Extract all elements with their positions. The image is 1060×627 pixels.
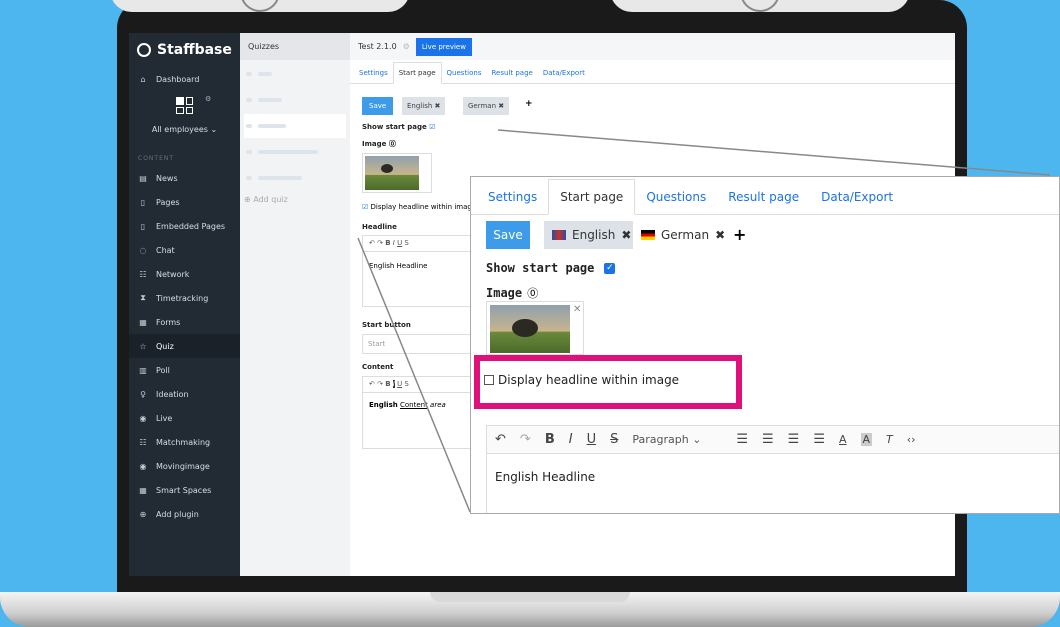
zoom-show-start-page: Show start page ✓ (486, 261, 616, 275)
align-right-icon[interactable]: ☰ (788, 432, 800, 447)
germany-flag-icon (641, 230, 655, 240)
close-icon[interactable]: ✖ (621, 228, 631, 242)
text-color-icon[interactable]: A (839, 433, 847, 446)
zoom-tab-result-page[interactable]: Result page (717, 180, 810, 214)
zoom-tab-start-page[interactable]: Start page (548, 179, 636, 215)
remove-image-icon[interactable]: ✕ (573, 304, 581, 315)
bg-color-icon[interactable]: A (860, 433, 873, 446)
zoom-save-button[interactable]: Save (486, 221, 530, 249)
clear-format-icon[interactable]: T (886, 433, 893, 446)
redo-icon[interactable]: ↷ (520, 432, 531, 447)
zoom-tab-data-export[interactable]: Data/Export (810, 180, 904, 214)
zoom-language-chip-english[interactable]: English ✖ (544, 221, 640, 249)
paragraph-select[interactable]: Paragraph ⌄ (632, 433, 722, 446)
italic-icon[interactable]: I (569, 432, 573, 447)
highlight-box (474, 355, 742, 409)
uk-flag-icon (552, 230, 566, 240)
zoom-headline-editor[interactable]: ↶ ↷ B I U S Paragraph ⌄ ☰ ☰ ☰ ☰ A A T ‹›… (486, 425, 1059, 513)
underline-icon[interactable]: U (587, 432, 597, 447)
zoom-image-box[interactable]: ✕ (486, 301, 584, 355)
zoom-tab-questions[interactable]: Questions (635, 180, 717, 214)
zoom-language-chip-german[interactable]: German ✖ (633, 221, 734, 249)
zoom-image-label: Image ⓪ (486, 286, 539, 300)
checkbox-checked-icon[interactable]: ✓ (604, 262, 616, 274)
help-icon: ⓪ (527, 287, 539, 300)
align-left-icon[interactable]: ☰ (736, 432, 748, 447)
zoom-panel: Settings Start page Questions Result pag… (470, 176, 1060, 514)
bold-icon[interactable]: B (545, 432, 555, 447)
align-justify-icon[interactable]: ☰ (813, 432, 825, 447)
headline-text: English Headline (495, 470, 596, 484)
editor-toolbar: ↶ ↷ B I U S Paragraph ⌄ ☰ ☰ ☰ ☰ A A T ‹› (487, 426, 1059, 454)
add-language-icon[interactable]: + (733, 225, 746, 244)
undo-icon[interactable]: ↶ (495, 432, 506, 447)
zoom-tabs: Settings Start page Questions Result pag… (471, 177, 1059, 215)
zoom-tab-settings[interactable]: Settings (477, 180, 548, 214)
strikethrough-icon[interactable]: S (610, 432, 618, 447)
code-icon[interactable]: ‹› (907, 433, 916, 446)
zoom-image-thumbnail (490, 305, 570, 353)
align-center-icon[interactable]: ☰ (762, 432, 774, 447)
close-icon[interactable]: ✖ (715, 228, 725, 242)
